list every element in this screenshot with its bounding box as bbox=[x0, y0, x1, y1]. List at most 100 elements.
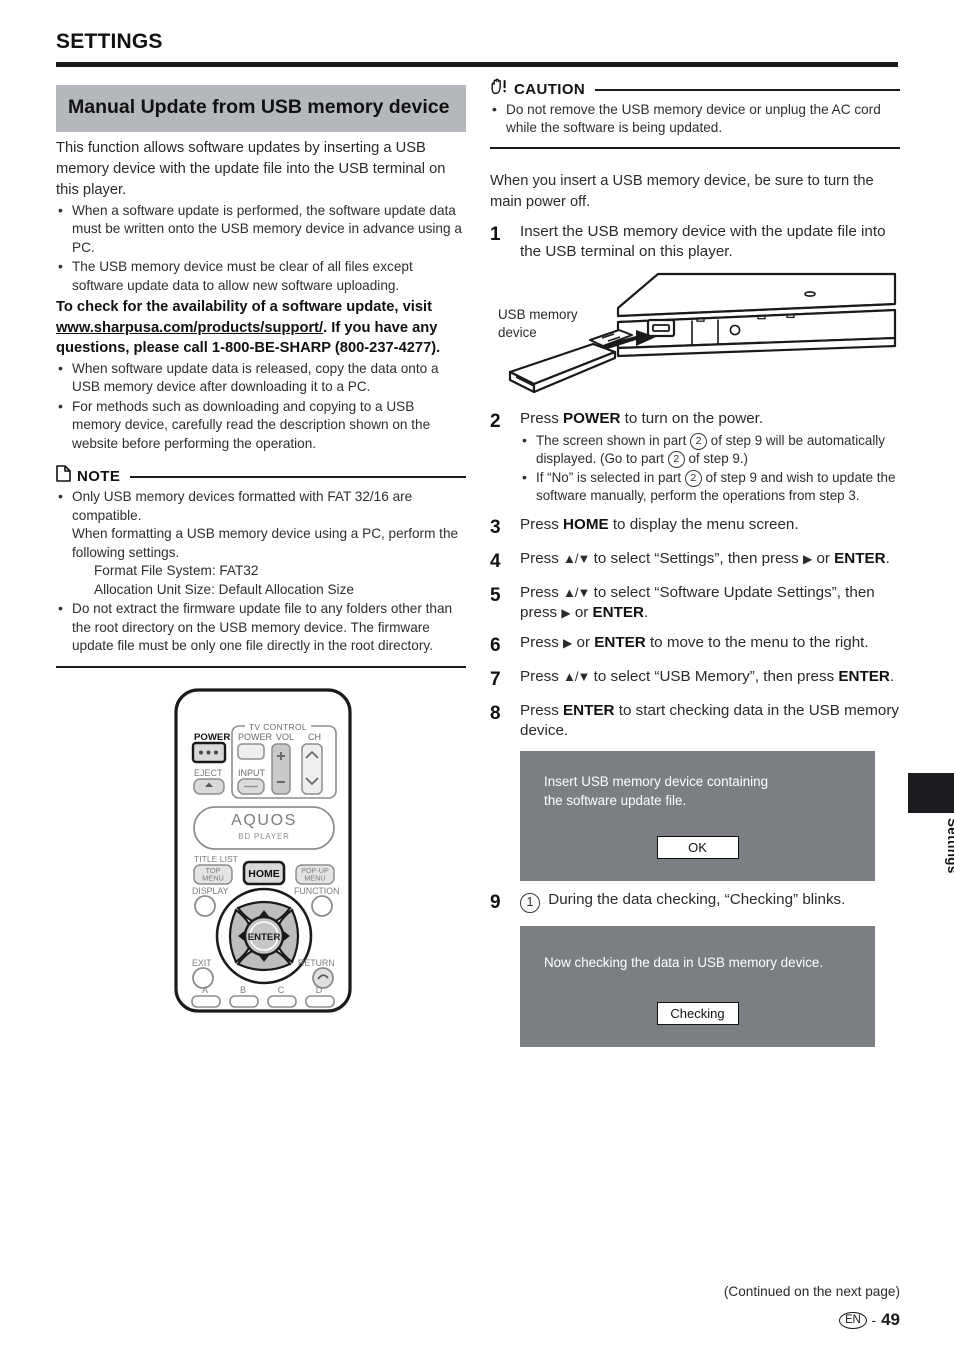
step-text: Press ▲/▼ to select “Software Update Set… bbox=[520, 583, 875, 622]
osd-message-line: Insert USB memory device containing bbox=[544, 774, 769, 790]
step-number: 7 bbox=[490, 668, 501, 690]
page-header: SETTINGS bbox=[56, 30, 898, 67]
step-4: 4 Press ▲/▼ to select “Settings”, then p… bbox=[490, 549, 900, 574]
list-item: Do not extract the firmware update file … bbox=[56, 599, 466, 655]
support-url-link[interactable]: www.sharpusa.com/products/support/ bbox=[56, 320, 323, 336]
note-sub-item: Format File System: FAT32 bbox=[94, 563, 259, 579]
svg-text:DISPLAY: DISPLAY bbox=[192, 886, 229, 896]
list-item: If “No” is selected in part 2 of step 9 … bbox=[520, 468, 900, 505]
note-callout-header: NOTE bbox=[56, 465, 466, 487]
step-6: 6 Press ▶ or ENTER to move to the menu t… bbox=[490, 633, 900, 658]
section-intro: This function allows software updates by… bbox=[56, 139, 446, 198]
step-number: 6 bbox=[490, 634, 501, 656]
caution-bottom-rule bbox=[490, 146, 900, 149]
osd-button-row: OK bbox=[544, 836, 851, 860]
svg-text:TV CONTROL: TV CONTROL bbox=[249, 722, 307, 732]
header-rule bbox=[56, 62, 898, 67]
svg-text:TITLE LIST: TITLE LIST bbox=[194, 854, 239, 864]
svg-text:C: C bbox=[278, 985, 285, 995]
usb-insertion-figure: USB memory device bbox=[490, 268, 900, 400]
list-item: For methods such as downloading and copy… bbox=[56, 397, 466, 453]
manual-page: SETTINGS Manual Update from USB memory d… bbox=[0, 0, 954, 1354]
checking-button[interactable]: Checking bbox=[656, 1002, 739, 1025]
page-number: 49 bbox=[881, 1310, 900, 1329]
availability-paragraph: To check for the availability of a softw… bbox=[56, 297, 466, 359]
note-sub-item: Allocation Unit Size: Default Allocation… bbox=[94, 581, 354, 597]
svg-text:EJECT: EJECT bbox=[194, 768, 223, 778]
step-5: 5 Press ▲/▼ to select “Software Update S… bbox=[490, 583, 900, 624]
osd-button-row: Checking bbox=[544, 1002, 851, 1025]
note-header-rule bbox=[130, 476, 466, 479]
step-number: 3 bbox=[490, 516, 501, 538]
step-number: 4 bbox=[490, 550, 501, 572]
caution-bullet-list: Do not remove the USB memory device or u… bbox=[490, 100, 900, 138]
svg-text:A: A bbox=[202, 985, 208, 995]
ok-button[interactable]: OK bbox=[656, 836, 739, 860]
step-text: Press ▲/▼ to select “USB Memory”, then p… bbox=[520, 667, 895, 685]
step-text: Press ▶ or ENTER to move to the menu to … bbox=[520, 633, 869, 651]
continued-note: (Continued on the next page) bbox=[723, 1284, 900, 1299]
availability-bullet-list: When software update data is released, c… bbox=[56, 359, 466, 453]
step-text: Press ENTER to start checking data in th… bbox=[520, 701, 900, 740]
checking-screen: Now checking the data in USB memory devi… bbox=[520, 925, 875, 1047]
side-tab-label: Settings bbox=[945, 818, 954, 874]
osd-message-line: the software update file. bbox=[544, 792, 687, 808]
footer-separator: - bbox=[871, 1312, 877, 1328]
svg-text:VOL: VOL bbox=[276, 732, 294, 742]
hand-warning-icon bbox=[490, 78, 508, 100]
svg-text:B: B bbox=[240, 985, 246, 995]
page-title: SETTINGS bbox=[56, 30, 163, 53]
note-bullet-continuation: When formatting a USB memory device usin… bbox=[72, 526, 459, 560]
language-badge: EN bbox=[839, 1311, 867, 1329]
svg-text:D: D bbox=[316, 985, 323, 995]
step-bullet-list: The screen shown in part 2 of step 9 wil… bbox=[520, 431, 900, 506]
svg-text:CH: CH bbox=[308, 732, 321, 742]
step-text: Press ▲/▼ to select “Settings”, then pre… bbox=[520, 549, 890, 567]
intro-bullet-list: When a software update is performed, the… bbox=[56, 201, 466, 295]
step-2: 2 Press POWER to turn on the power. The … bbox=[490, 409, 900, 505]
step-text: 1 During the data checking, “Checking” b… bbox=[520, 890, 900, 915]
svg-text:ENTER: ENTER bbox=[248, 932, 281, 943]
step-number: 2 bbox=[490, 411, 501, 433]
step-number: 1 bbox=[490, 223, 501, 245]
svg-text:MENU: MENU bbox=[304, 874, 325, 883]
section-banner: Manual Update from USB memory device bbox=[56, 85, 466, 132]
svg-text:BD PLAYER: BD PLAYER bbox=[238, 832, 290, 841]
page-footer: EN - 49 bbox=[839, 1310, 900, 1330]
step-8: 8 Press ENTER to start checking data in … bbox=[490, 701, 900, 742]
side-tab-marker bbox=[908, 773, 954, 813]
step-number: 9 bbox=[490, 892, 501, 914]
caution-label: CAUTION bbox=[514, 80, 586, 98]
right-column: CAUTION Do not remove the USB memory dev… bbox=[490, 78, 900, 1047]
caution-callout-header: CAUTION bbox=[490, 78, 900, 100]
list-item: The USB memory device must be clear of a… bbox=[56, 257, 466, 295]
caution-header-rule bbox=[595, 89, 900, 91]
left-column: Manual Update from USB memory device Thi… bbox=[56, 85, 466, 668]
list-item: Only USB memory devices formatted with F… bbox=[56, 487, 466, 599]
osd-message-line: Now checking the data in USB memory devi… bbox=[544, 954, 824, 970]
step-body: Press POWER to turn on the power. The sc… bbox=[520, 409, 900, 505]
step-text: Insert the USB memory device with the up… bbox=[520, 222, 886, 261]
svg-text:MENU: MENU bbox=[202, 874, 224, 883]
note-bullet-text: Only USB memory devices formatted with F… bbox=[72, 489, 413, 523]
note-bullet-list: Only USB memory devices formatted with F… bbox=[56, 487, 466, 655]
step-3: 3 Press HOME to display the menu screen. bbox=[490, 515, 900, 540]
svg-text:RETURN: RETURN bbox=[298, 958, 335, 968]
svg-text:POWER: POWER bbox=[194, 732, 230, 743]
note-label: NOTE bbox=[77, 467, 121, 485]
insert-usb-screen: Insert USB memory device containing the … bbox=[520, 751, 875, 882]
svg-text:AQUOS: AQUOS bbox=[231, 812, 297, 829]
remote-control-figure: TV CONTROL POWER EJECT POWER INPUT VOL C… bbox=[172, 688, 354, 1013]
list-item: When a software update is performed, the… bbox=[56, 201, 466, 257]
step-text: Press POWER to turn on the power. bbox=[520, 410, 764, 428]
list-item: Do not remove the USB memory device or u… bbox=[490, 100, 900, 138]
step-number: 5 bbox=[490, 584, 501, 606]
step-7: 7 Press ▲/▼ to select “USB Memory”, then… bbox=[490, 667, 900, 692]
svg-text:FUNCTION: FUNCTION bbox=[294, 886, 339, 896]
svg-text:POWER: POWER bbox=[238, 732, 273, 742]
step-9: 9 1 During the data checking, “Checking”… bbox=[490, 890, 900, 915]
svg-text:HOME: HOME bbox=[248, 868, 280, 880]
list-item: The screen shown in part 2 of step 9 wil… bbox=[520, 431, 900, 469]
availability-prefix: To check for the availability of a softw… bbox=[56, 299, 432, 315]
step-text: Press HOME to display the menu screen. bbox=[520, 515, 799, 533]
